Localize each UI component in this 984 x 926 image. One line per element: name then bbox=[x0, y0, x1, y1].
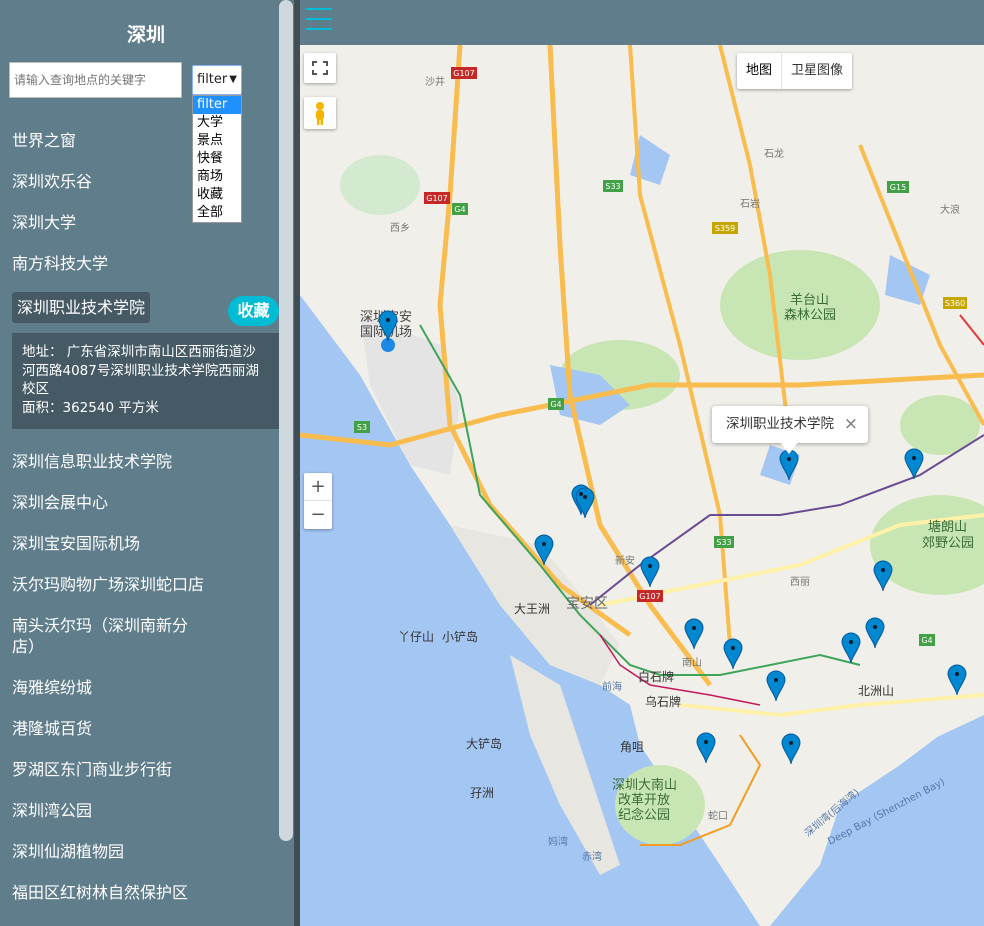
map-label: 森林公园 bbox=[784, 308, 836, 323]
map-label: 石岩 bbox=[740, 197, 760, 210]
map-label: 郊野公园 bbox=[922, 535, 974, 551]
map-info-window: 深圳职业技术学院 × bbox=[712, 406, 868, 454]
filter-option[interactable]: 大学 bbox=[193, 114, 241, 132]
map-label: 羊台山 bbox=[790, 292, 829, 308]
map-label: 角咀 bbox=[620, 740, 644, 754]
place-item[interactable]: 深圳宝安国际机场 bbox=[12, 533, 202, 554]
place-item[interactable]: 海雅缤纷城 bbox=[12, 677, 202, 698]
filter-options-list: filter 大学 景点 快餐 商场 收藏 全部 bbox=[192, 95, 242, 223]
map-label: 宝安区 bbox=[566, 596, 608, 612]
pegman-icon bbox=[316, 102, 324, 125]
place-item[interactable]: 深圳会展中心 bbox=[12, 492, 202, 513]
map-label: 小铲岛 bbox=[442, 629, 478, 644]
road-shield-label: G15 bbox=[890, 183, 906, 192]
menu-icon[interactable] bbox=[306, 8, 332, 30]
map-label: 深圳大南山 bbox=[612, 777, 677, 793]
place-item[interactable]: 深圳信息职业技术学院 bbox=[12, 451, 202, 472]
place-item[interactable]: 南头沃尔玛（深圳南新分店） bbox=[12, 615, 197, 657]
map-label: 石龙 bbox=[764, 147, 784, 160]
sidebar: 深圳 请输入查询地点的关键字 filter ▼ filter 大学 景点 快餐 … bbox=[0, 0, 296, 926]
map-label: 纪念公园 bbox=[618, 807, 670, 823]
filter-option[interactable]: 快餐 bbox=[193, 150, 241, 168]
fullscreen-icon bbox=[312, 61, 328, 75]
map-label: 南山 bbox=[682, 656, 702, 669]
road-shield-label: G4 bbox=[550, 400, 561, 409]
map-label: 西丽 bbox=[790, 577, 810, 588]
place-item[interactable]: 深圳仙湖植物园 bbox=[12, 841, 202, 862]
close-icon[interactable]: × bbox=[844, 406, 858, 443]
info-window-tail bbox=[780, 442, 798, 454]
map-type-control: 地图 卫星图像 bbox=[737, 53, 853, 89]
road-shield-label: G107 bbox=[426, 194, 447, 203]
place-detail-panel: 地址： 广东省深圳市南山区西丽街道沙河西路4087号深圳职业技术学院西丽湖校区 … bbox=[12, 333, 279, 429]
filter-option[interactable]: filter bbox=[193, 96, 241, 114]
map-label: 丫仔山 bbox=[398, 630, 434, 644]
map-label: 白石牌 bbox=[638, 669, 674, 684]
map-label: 前海 bbox=[602, 680, 622, 693]
map-label: 大浪 bbox=[940, 203, 960, 216]
fullscreen-button[interactable] bbox=[304, 53, 336, 83]
place-item-active[interactable]: 深圳职业技术学院 bbox=[12, 292, 151, 323]
filter-option[interactable]: 商场 bbox=[193, 168, 241, 186]
map-label: 大王洲 bbox=[514, 602, 550, 616]
map-canvas[interactable]: G107 G4 S33 G15 S359 S3 S360 G107 G4 S33… bbox=[300, 45, 984, 926]
place-item[interactable]: 港隆城百货 bbox=[12, 718, 202, 739]
map-label: 妈湾 bbox=[548, 835, 568, 848]
map-label: 乌石牌 bbox=[645, 694, 681, 709]
place-item[interactable]: 福田区红树林自然保护区 bbox=[12, 882, 202, 903]
place-address: 地址： 广东省深圳市南山区西丽街道沙河西路4087号深圳职业技术学院西丽湖校区 bbox=[22, 344, 259, 397]
road-shield-label: G4 bbox=[454, 205, 465, 214]
map-tiles: G107 G4 S33 G15 S359 S3 S360 G107 G4 S33… bbox=[300, 45, 984, 926]
road-shield-label: S3 bbox=[357, 423, 367, 432]
place-item[interactable]: 沃尔玛购物广场深圳蛇口店 bbox=[12, 574, 232, 595]
pegman-button[interactable] bbox=[304, 97, 336, 129]
sidebar-scrollbar[interactable] bbox=[279, 0, 293, 841]
info-window-title: 深圳职业技术学院 bbox=[726, 416, 834, 432]
place-item[interactable]: 世界之窗 bbox=[12, 130, 202, 151]
filter-select[interactable]: filter ▼ bbox=[192, 65, 242, 95]
place-item[interactable]: 南方科技大学 bbox=[12, 253, 202, 274]
map-label: 孖洲 bbox=[470, 786, 494, 800]
map-label: 大铲岛 bbox=[466, 736, 502, 751]
filter-option[interactable]: 收藏 bbox=[193, 186, 241, 204]
map-label: 赤湾 bbox=[582, 850, 602, 863]
top-bar bbox=[300, 0, 984, 45]
map-label: 改革开放 bbox=[618, 793, 670, 808]
road-shield-label: G4 bbox=[921, 636, 932, 645]
filter-option[interactable]: 景点 bbox=[193, 132, 241, 150]
road-shield-label: S360 bbox=[945, 299, 965, 308]
map-type-roadmap[interactable]: 地图 bbox=[737, 53, 783, 89]
map-label: 沙井 bbox=[425, 75, 445, 88]
zoom-out-button[interactable]: − bbox=[304, 501, 332, 528]
map-label: 塘朗山 bbox=[928, 519, 967, 535]
map-label: 北洲山 bbox=[858, 684, 894, 698]
road-shield-label: S359 bbox=[715, 224, 735, 233]
road-shield-label: G107 bbox=[639, 592, 660, 601]
filter-option[interactable]: 全部 bbox=[193, 204, 241, 222]
dropdown-arrow-icon: ▼ bbox=[229, 74, 237, 85]
favorite-button[interactable]: 收藏 bbox=[228, 296, 279, 326]
place-item[interactable]: 深圳欢乐谷 bbox=[12, 171, 202, 192]
search-input[interactable]: 请输入查询地点的关键字 bbox=[9, 62, 182, 98]
zoom-control: + − bbox=[304, 473, 332, 529]
place-item[interactable]: 罗湖区东门商业步行街 bbox=[12, 759, 202, 780]
zoom-in-button[interactable]: + bbox=[304, 473, 332, 501]
sidebar-title: 深圳 bbox=[126, 24, 165, 46]
road-shield-label: S33 bbox=[716, 538, 731, 547]
map-type-satellite[interactable]: 卫星图像 bbox=[782, 53, 852, 89]
map-label: 蛇口 bbox=[708, 809, 728, 822]
place-item[interactable]: 深圳大学 bbox=[12, 212, 202, 233]
place-item[interactable]: 深圳湾公园 bbox=[12, 800, 202, 821]
place-area: 面积：362540 平方米 bbox=[22, 399, 159, 416]
map-label: 西乡 bbox=[390, 222, 410, 234]
filter-selected-value: filter bbox=[197, 72, 228, 87]
map-label: 新安 bbox=[615, 554, 635, 567]
road-shield-label: G107 bbox=[453, 69, 474, 78]
road-shield-label: S33 bbox=[605, 182, 620, 191]
